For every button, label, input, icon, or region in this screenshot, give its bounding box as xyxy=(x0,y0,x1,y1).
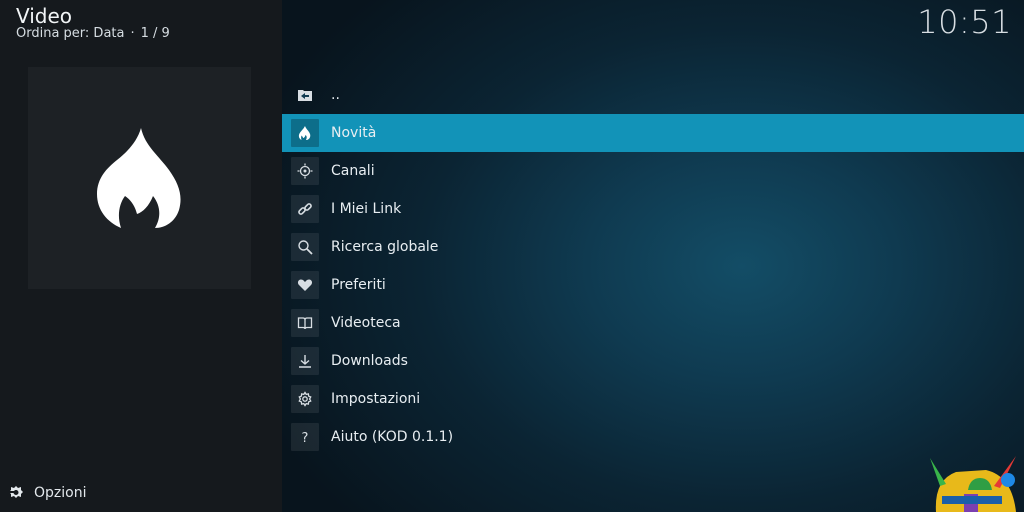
download-icon xyxy=(291,347,319,375)
page-title: Video xyxy=(16,4,73,28)
book-icon xyxy=(291,309,319,337)
list-item-ricerca-globale[interactable]: Ricerca globale xyxy=(282,228,1024,266)
help-icon: ? xyxy=(291,423,319,451)
list-item-videoteca[interactable]: Videoteca xyxy=(282,304,1024,342)
android-logo-watermark xyxy=(930,456,1016,512)
list-item-label: .. xyxy=(331,87,340,103)
sort-label[interactable]: Ordina per: Data xyxy=(16,26,124,41)
list-item-downloads[interactable]: Downloads xyxy=(282,342,1024,380)
left-panel: Video Ordina per: Data · 1 / 9 Opzioni xyxy=(0,0,282,512)
list-item-label: I Miei Link xyxy=(331,201,402,217)
folder-back-icon xyxy=(291,81,319,109)
link-icon xyxy=(291,195,319,223)
sort-info: Ordina per: Data · 1 / 9 xyxy=(16,26,170,41)
options-label: Opzioni xyxy=(34,485,87,501)
list-item-label: Novità xyxy=(331,125,377,141)
clock: 10:51 xyxy=(917,3,1012,41)
search-icon xyxy=(291,233,319,261)
thumbnail xyxy=(28,67,251,289)
list-item-label: Preferiti xyxy=(331,277,386,293)
svg-text:?: ? xyxy=(302,431,309,445)
list-item-aiuto[interactable]: ? Aiuto (KOD 0.1.1) xyxy=(282,418,1024,456)
list-item-preferiti[interactable]: Preferiti xyxy=(282,266,1024,304)
list-item-label: Impostazioni xyxy=(331,391,421,407)
list-item-label: Videoteca xyxy=(331,315,401,331)
list-item-parent[interactable]: .. xyxy=(282,76,1024,114)
item-count: 1 / 9 xyxy=(140,26,170,41)
list-item-canali[interactable]: Canali xyxy=(282,152,1024,190)
list-item-miei-link[interactable]: I Miei Link xyxy=(282,190,1024,228)
list-item-label: Aiuto (KOD 0.1.1) xyxy=(331,429,454,445)
options-icon xyxy=(8,486,23,498)
channels-icon xyxy=(291,157,319,185)
list-item-label: Ricerca globale xyxy=(331,239,439,255)
list-item-label: Canali xyxy=(331,163,375,179)
options-button[interactable]: Opzioni xyxy=(8,485,86,501)
heart-icon xyxy=(291,271,319,299)
flame-icon xyxy=(291,119,319,147)
list-item-novita[interactable]: Novità xyxy=(282,114,1024,152)
list-item-label: Downloads xyxy=(331,353,408,369)
separator: · xyxy=(130,26,135,41)
menu-list: .. Novità Canali I Miei Link Ricerca glo… xyxy=(282,76,1024,456)
list-item-impostazioni[interactable]: Impostazioni xyxy=(282,380,1024,418)
flame-icon xyxy=(96,128,181,228)
gear-icon xyxy=(291,385,319,413)
